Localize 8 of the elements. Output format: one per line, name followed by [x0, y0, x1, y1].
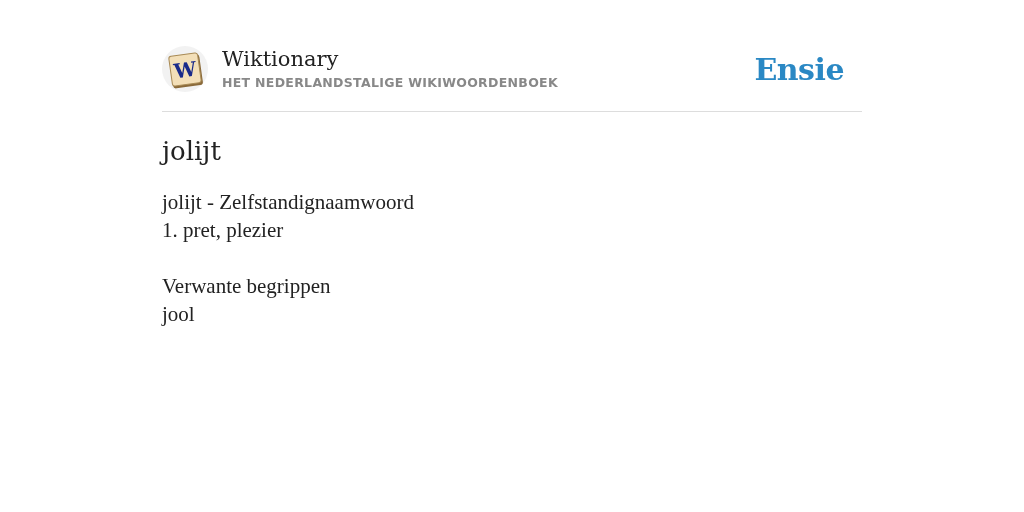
logo-tile: W — [168, 51, 202, 87]
text-line: jool — [162, 300, 195, 328]
text-line: jolijt - Zelfstandignaamwoord — [162, 188, 414, 216]
brand-logo[interactable]: Ensie — [754, 46, 844, 92]
site-subtitle: HET NEDERLANDSTALIGE WIKIWOORDENBOEK — [222, 74, 558, 92]
text-line: Verwante begrippen — [162, 272, 331, 300]
text-line: 1. pret, plezier — [162, 216, 284, 244]
site-title: Wiktionary — [222, 46, 340, 72]
